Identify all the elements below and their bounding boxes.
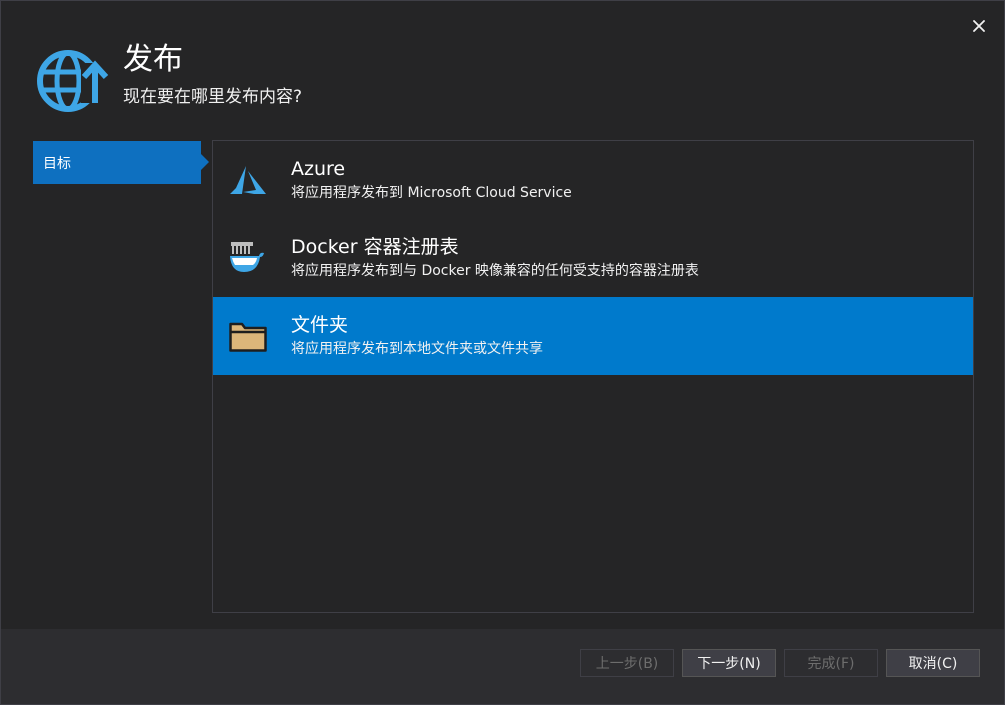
close-button[interactable] xyxy=(968,15,990,37)
globe-publish-icon xyxy=(37,50,109,112)
cancel-button[interactable]: 取消(C) xyxy=(886,649,980,677)
target-list: Azure 将应用程序发布到 Microsoft Cloud Service D… xyxy=(212,140,974,613)
close-icon xyxy=(973,20,985,32)
sidebar: 目标 xyxy=(33,141,209,184)
publish-dialog: 发布 现在要在哪里发布内容? 目标 Azure 将应用程序发布到 Microso… xyxy=(0,0,1005,705)
target-description: 将应用程序发布到 Microsoft Cloud Service xyxy=(291,185,572,201)
target-name: Azure xyxy=(291,158,346,180)
dialog-footer: 上一步(B) 下一步(N) 完成(F) 取消(C) xyxy=(1,629,1004,704)
azure-icon xyxy=(229,161,267,199)
target-name: 文件夹 xyxy=(291,314,349,336)
next-button[interactable]: 下一步(N) xyxy=(682,649,776,677)
target-folder[interactable]: 文件夹 将应用程序发布到本地文件夹或文件共享 xyxy=(213,297,973,375)
target-azure[interactable]: Azure 将应用程序发布到 Microsoft Cloud Service xyxy=(213,141,973,219)
previous-button[interactable]: 上一步(B) xyxy=(580,649,674,677)
finish-button[interactable]: 完成(F) xyxy=(784,649,878,677)
sidebar-item-target[interactable]: 目标 xyxy=(33,141,209,184)
dialog-header: 发布 现在要在哪里发布内容? xyxy=(35,41,302,115)
target-description: 将应用程序发布到本地文件夹或文件共享 xyxy=(291,341,543,357)
dialog-subtitle: 现在要在哪里发布内容? xyxy=(123,87,303,107)
target-docker[interactable]: Docker 容器注册表 将应用程序发布到与 Docker 映像兼容的任何受支持… xyxy=(213,219,973,297)
sidebar-item-label: 目标 xyxy=(43,155,71,172)
dialog-title: 发布 xyxy=(123,42,183,77)
target-description: 将应用程序发布到与 Docker 映像兼容的任何受支持的容器注册表 xyxy=(291,263,699,279)
docker-icon xyxy=(229,239,267,277)
target-name: Docker 容器注册表 xyxy=(291,236,459,258)
folder-icon xyxy=(229,317,267,355)
